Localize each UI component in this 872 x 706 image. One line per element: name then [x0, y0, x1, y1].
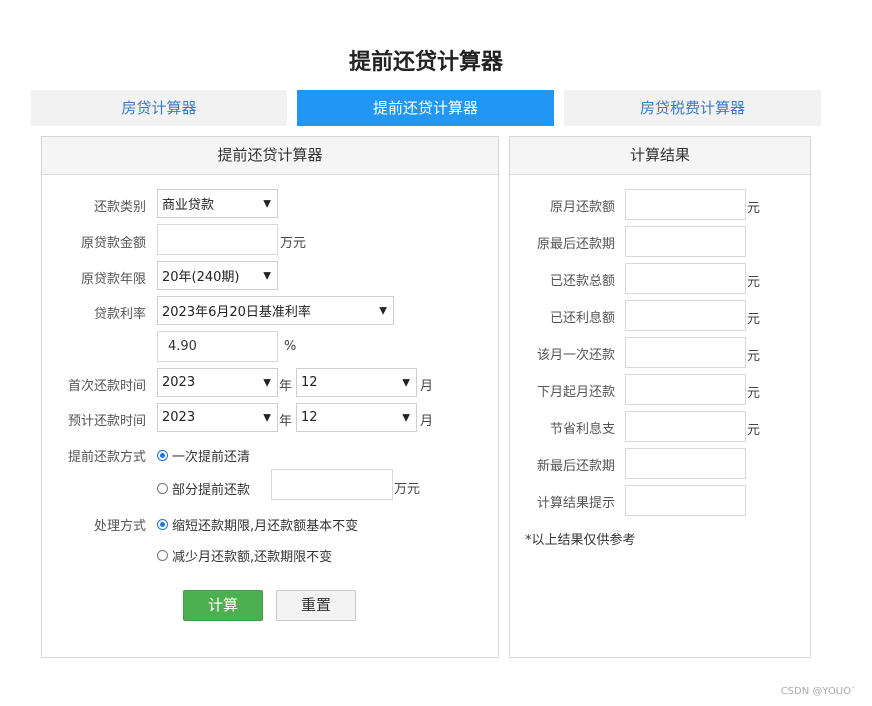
result-label: 新最后还款期 [536, 459, 615, 474]
result-field[interactable] [625, 485, 746, 516]
results-panel-heading: 计算结果 [510, 137, 810, 175]
watermark-credit: CSDN @YOUO` [780, 686, 856, 697]
handling-shorten-radio[interactable]: 缩短还款期限,月还款额基本不变 [157, 515, 358, 534]
chevron-down-icon: ▼ [263, 270, 271, 281]
calculator-tabs: 房贷计算器 提前还贷计算器 房贷税费计算器 [31, 90, 821, 126]
loan-term-select[interactable]: 20年(240期) ▼ [157, 261, 278, 290]
handling-reduce-label: 减少月还款额,还款期限不变 [172, 550, 333, 565]
handling-reduce-radio[interactable]: 减少月还款额,还款期限不变 [157, 546, 332, 565]
rate-label: 贷款利率 [93, 307, 146, 322]
first-payment-month-value: 12 [301, 375, 318, 390]
planned-payment-label: 预计还款时间 [67, 414, 146, 429]
result-label: 下月起月还款 [536, 385, 615, 400]
loan-term-label: 原贷款年限 [80, 272, 146, 287]
loan-amount-input[interactable] [157, 224, 278, 255]
result-field[interactable] [625, 337, 746, 368]
result-field[interactable] [625, 374, 746, 405]
radio-checked-icon [157, 519, 168, 530]
radio-unchecked-icon [157, 550, 168, 561]
chevron-down-icon: ▼ [379, 305, 387, 316]
tab-tax-calculator[interactable]: 房贷税费计算器 [564, 90, 821, 126]
planned-payment-month-value: 12 [301, 410, 318, 425]
first-payment-label: 首次还款时间 [67, 379, 146, 394]
prepay-method-label: 提前还款方式 [67, 450, 146, 465]
calculate-button[interactable]: 计算 [183, 590, 263, 621]
tab-mortgage-calculator[interactable]: 房贷计算器 [31, 90, 287, 126]
reset-button[interactable]: 重置 [276, 590, 356, 621]
loan-amount-unit: 万元 [280, 236, 307, 251]
result-unit: 元 [747, 201, 761, 216]
result-label: 计算结果提示 [536, 496, 615, 511]
result-unit: 元 [747, 312, 761, 327]
planned-payment-year-value: 2023 [162, 410, 196, 425]
first-payment-year-unit: 年 [279, 379, 293, 394]
result-label: 已还利息额 [549, 311, 615, 326]
result-field[interactable] [625, 189, 746, 220]
rate-value: 2023年6月20日基准利率 [162, 305, 311, 320]
loan-amount-label: 原贷款金额 [80, 236, 146, 251]
prepay-full-label: 一次提前还清 [172, 450, 251, 465]
result-label: 原月还款额 [549, 200, 615, 215]
first-payment-year-value: 2023 [162, 375, 196, 390]
result-unit: 元 [747, 386, 761, 401]
chevron-down-icon: ▼ [402, 412, 410, 423]
result-label: 已还款总额 [549, 274, 615, 289]
prepay-full-radio[interactable]: 一次提前还清 [157, 446, 250, 465]
handling-shorten-label: 缩短还款期限,月还款额基本不变 [172, 519, 359, 534]
prepay-partial-radio[interactable]: 部分提前还款 [157, 479, 250, 498]
rate-select[interactable]: 2023年6月20日基准利率 ▼ [157, 296, 394, 325]
rate-percent-unit: % [284, 339, 297, 354]
chevron-down-icon: ▼ [263, 198, 271, 209]
planned-payment-year-unit: 年 [279, 414, 293, 429]
partial-amount-input[interactable] [271, 469, 393, 500]
repayment-type-value: 商业贷款 [162, 198, 215, 213]
repayment-type-label: 还款类别 [93, 200, 146, 215]
result-unit: 元 [747, 423, 761, 438]
first-payment-month-select[interactable]: 12 ▼ [296, 368, 417, 397]
result-field[interactable] [625, 226, 746, 257]
tab-prepayment-calculator[interactable]: 提前还贷计算器 [297, 90, 554, 126]
planned-payment-month-unit: 月 [420, 414, 434, 429]
result-label: 该月一次还款 [536, 348, 615, 363]
handling-label: 处理方式 [93, 519, 146, 534]
radio-unchecked-icon [157, 483, 168, 494]
planned-payment-month-select[interactable]: 12 ▼ [296, 403, 417, 432]
first-payment-year-select[interactable]: 2023 ▼ [157, 368, 278, 397]
result-unit: 元 [747, 349, 761, 364]
planned-payment-year-select[interactable]: 2023 ▼ [157, 403, 278, 432]
result-label: 原最后还款期 [536, 237, 615, 252]
radio-checked-icon [157, 450, 168, 461]
result-field[interactable] [625, 263, 746, 294]
form-panel-heading: 提前还贷计算器 [42, 137, 498, 175]
rate-percent-input[interactable] [157, 331, 278, 362]
partial-amount-unit: 万元 [394, 482, 421, 497]
loan-term-value: 20年(240期) [162, 270, 240, 285]
prepay-partial-label: 部分提前还款 [172, 483, 251, 498]
result-field[interactable] [625, 448, 746, 479]
chevron-down-icon: ▼ [263, 377, 271, 388]
chevron-down-icon: ▼ [402, 377, 410, 388]
results-note: *以上结果仅供参考 [525, 533, 636, 548]
result-field[interactable] [625, 300, 746, 331]
result-field[interactable] [625, 411, 746, 442]
first-payment-month-unit: 月 [420, 379, 434, 394]
repayment-type-select[interactable]: 商业贷款 ▼ [157, 189, 278, 218]
result-unit: 元 [747, 275, 761, 290]
result-label: 节省利息支 [549, 422, 615, 437]
page-title: 提前还贷计算器 [348, 50, 503, 75]
chevron-down-icon: ▼ [263, 412, 271, 423]
